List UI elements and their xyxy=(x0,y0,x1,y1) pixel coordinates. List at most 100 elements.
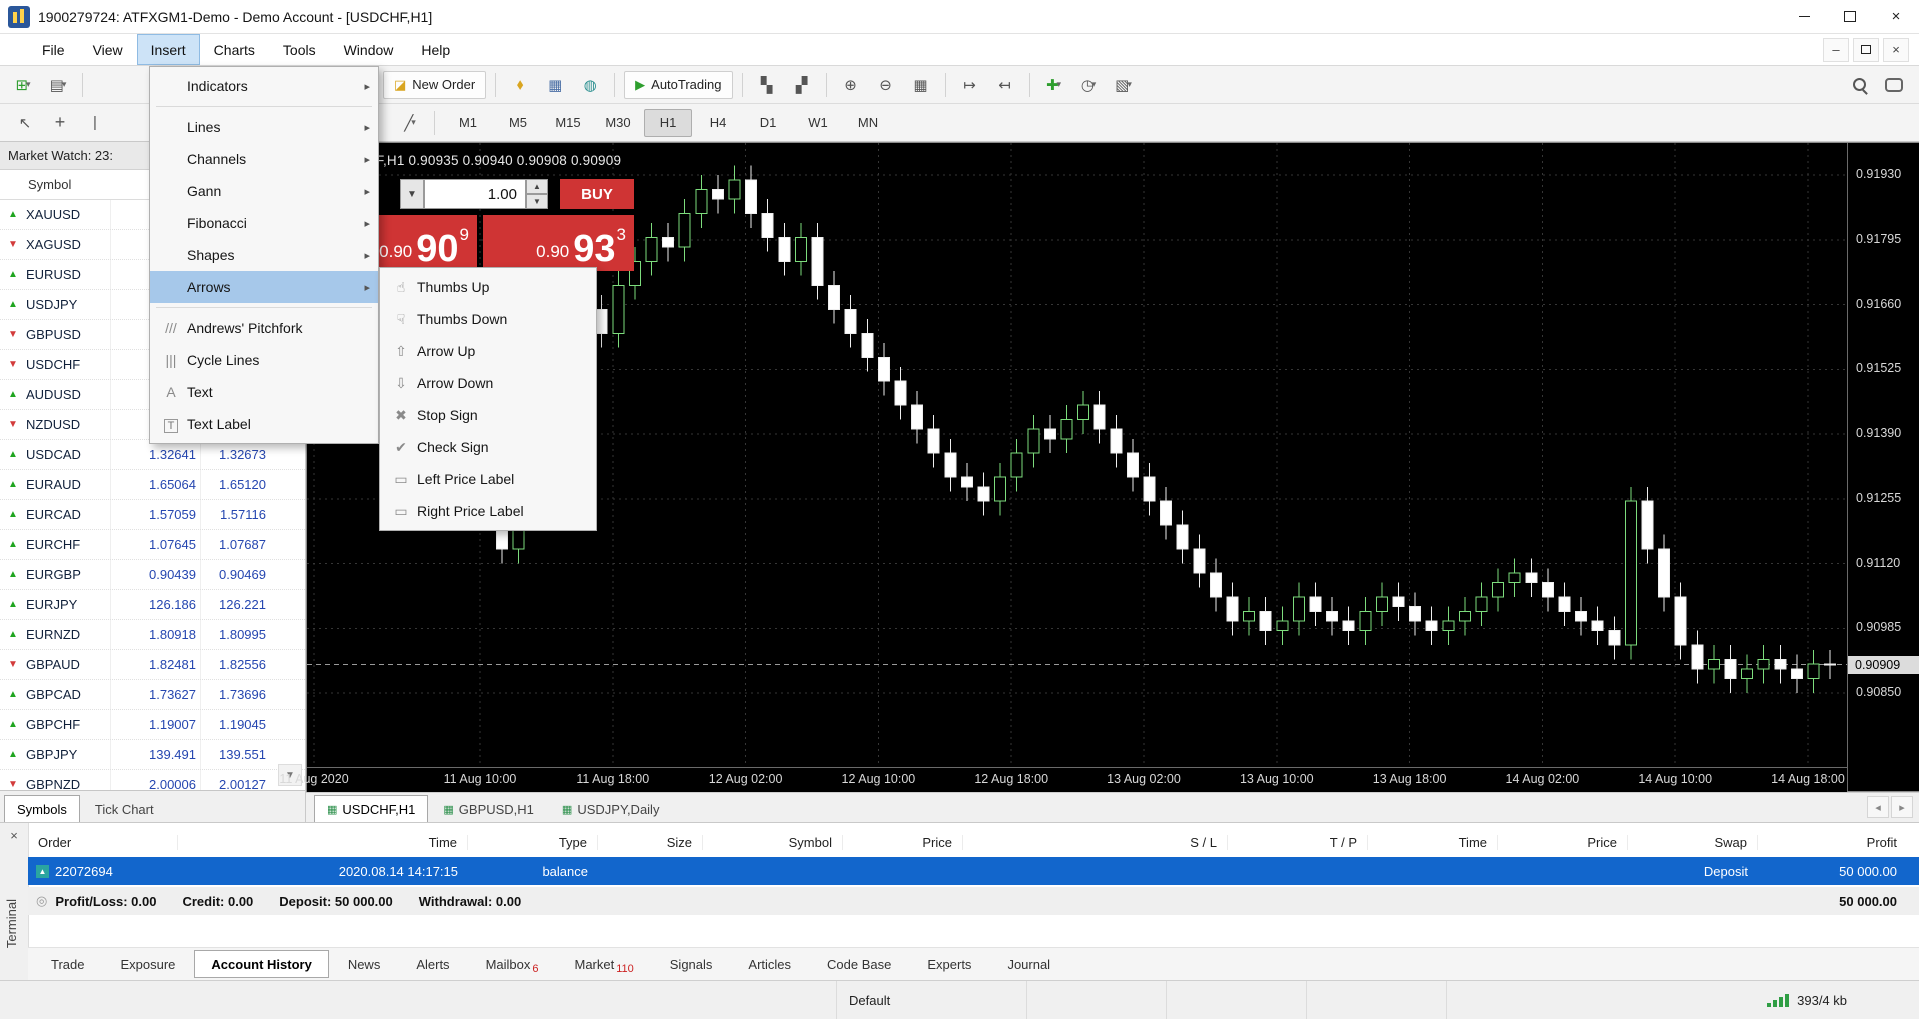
timeframe-w1-button[interactable]: W1 xyxy=(794,109,842,137)
terminal-close-button[interactable]: × xyxy=(6,827,22,843)
submenu-item-arrow-up[interactable]: ⇧Arrow Up xyxy=(380,335,596,367)
terminal-tab-journal[interactable]: Journal xyxy=(990,950,1067,978)
chart-tab-gbpusd-h1[interactable]: ▦GBPUSD,H1 xyxy=(430,795,547,822)
profiles-button[interactable]: ▤▾ xyxy=(43,70,73,100)
menu-item-channels[interactable]: Channels▸ xyxy=(150,143,378,175)
tab-scroll-right-icon[interactable]: ▸ xyxy=(1891,796,1913,818)
community-button[interactable]: ◍ xyxy=(575,70,605,100)
autotrading-button[interactable]: ▶ AutoTrading xyxy=(624,71,732,99)
timeframe-m30-button[interactable]: M30 xyxy=(594,109,642,137)
menu-item-gann[interactable]: Gann▸ xyxy=(150,175,378,207)
terminal-tab-market[interactable]: Market110 xyxy=(557,950,650,978)
chart-tab-usdjpy-daily[interactable]: ▦USDJPY,Daily xyxy=(549,795,673,822)
menu-item-text-label[interactable]: TText Label xyxy=(150,408,378,440)
timeframe-m1-button[interactable]: M1 xyxy=(444,109,492,137)
vertical-line-tool-button[interactable]: | xyxy=(80,108,110,138)
submenu-item-check-sign[interactable]: ✔Check Sign xyxy=(380,431,596,463)
terminal-tab-news[interactable]: News xyxy=(331,950,398,978)
crosshair-tool-button[interactable]: + xyxy=(45,108,75,138)
menu-item-andrews-pitchfork[interactable]: ///Andrews' Pitchfork xyxy=(150,312,378,344)
timeframe-m5-button[interactable]: M5 xyxy=(494,109,542,137)
menubar-item-window[interactable]: Window xyxy=(330,34,408,65)
grid-toggle-button[interactable]: ▦ xyxy=(906,70,936,100)
tile-windows-button[interactable]: ▚ xyxy=(752,70,782,100)
timeframe-h1-button[interactable]: H1 xyxy=(644,109,692,137)
close-button[interactable]: × xyxy=(1873,0,1919,34)
timeframe-mn-button[interactable]: MN xyxy=(844,109,892,137)
minimize-button[interactable] xyxy=(1781,0,1827,34)
market-watch-row-euraud[interactable]: ▲EURAUD1.650641.65120 xyxy=(0,470,305,500)
tab-tick-chart[interactable]: Tick Chart xyxy=(82,795,167,822)
menubar-item-view[interactable]: View xyxy=(79,34,137,65)
new-order-button[interactable]: ◪ New Order xyxy=(383,71,486,99)
indicators-button[interactable]: ✚▾ xyxy=(1039,70,1069,100)
menubar-item-tools[interactable]: Tools xyxy=(269,34,330,65)
terminal-tab-alerts[interactable]: Alerts xyxy=(399,950,466,978)
market-watch-row-gbpjpy[interactable]: ▲GBPJPY139.491139.551 xyxy=(0,740,305,770)
terminal-window-button[interactable]: ▦ xyxy=(540,70,570,100)
menu-item-indicators[interactable]: Indicators▸ xyxy=(150,70,378,102)
submenu-item-left-price-label[interactable]: ▭Left Price Label xyxy=(380,463,596,495)
tab-symbols[interactable]: Symbols xyxy=(4,795,80,822)
zoom-out-button[interactable]: ⊖ xyxy=(871,70,901,100)
market-watch-row-usdcad[interactable]: ▲USDCAD1.326411.32673 xyxy=(0,440,305,470)
market-watch-row-eurjpy[interactable]: ▲EURJPY126.186126.221 xyxy=(0,590,305,620)
line-tools-button[interactable]: ╱▾ xyxy=(395,108,425,138)
submenu-item-right-price-label[interactable]: ▭Right Price Label xyxy=(380,495,596,527)
chart-tab-usdchf-h1[interactable]: ▦USDCHF,H1 xyxy=(314,795,428,822)
volume-dropdown-button[interactable]: ▼ xyxy=(400,179,424,209)
menu-item-fibonacci[interactable]: Fibonacci▸ xyxy=(150,207,378,239)
timeframe-d1-button[interactable]: D1 xyxy=(744,109,792,137)
mdi-close-button[interactable]: × xyxy=(1883,38,1909,62)
submenu-item-thumbs-down[interactable]: ☟Thumbs Down xyxy=(380,303,596,335)
submenu-item-arrow-down[interactable]: ⇩Arrow Down xyxy=(380,367,596,399)
zoom-in-button[interactable]: ⊕ xyxy=(836,70,866,100)
buy-price-button[interactable]: 0.90 93 3 xyxy=(483,215,634,271)
market-watch-row-gbpchf[interactable]: ▲GBPCHF1.190071.19045 xyxy=(0,710,305,740)
new-chart-button[interactable]: ⊞▾ xyxy=(8,70,38,100)
submenu-item-thumbs-up[interactable]: ☝Thumbs Up xyxy=(380,271,596,303)
terminal-tab-experts[interactable]: Experts xyxy=(910,950,988,978)
submenu-item-stop-sign[interactable]: ✖Stop Sign xyxy=(380,399,596,431)
market-watch-row-eurnzd[interactable]: ▲EURNZD1.809181.80995 xyxy=(0,620,305,650)
restore-button[interactable] xyxy=(1827,0,1873,34)
market-watch-row-eurchf[interactable]: ▲EURCHF1.076451.07687 xyxy=(0,530,305,560)
search-symbol-button[interactable] xyxy=(1844,70,1874,100)
tab-scroll-left-icon[interactable]: ◂ xyxy=(1867,796,1889,818)
profile-selector[interactable]: Default xyxy=(836,981,1026,1019)
terminal-tab-code-base[interactable]: Code Base xyxy=(810,950,908,978)
volume-input[interactable]: 1.00 xyxy=(424,179,526,209)
volume-step-down-button[interactable]: ▼ xyxy=(526,194,548,209)
chart-shift-button[interactable]: ↤ xyxy=(990,70,1020,100)
timeframe-m15-button[interactable]: M15 xyxy=(544,109,592,137)
market-watch-row-gbpcad[interactable]: ▲GBPCAD1.736271.73696 xyxy=(0,680,305,710)
menu-item-arrows[interactable]: Arrows▸ xyxy=(150,271,378,303)
market-watch-row-eurcad[interactable]: ▲EURCAD1.570591.57116 xyxy=(0,500,305,530)
periods-button[interactable]: ◷▾ xyxy=(1074,70,1104,100)
auto-scroll-button[interactable]: ↦ xyxy=(955,70,985,100)
terminal-tab-mailbox[interactable]: Mailbox6 xyxy=(469,950,556,978)
volume-step-up-button[interactable]: ▲ xyxy=(526,179,548,194)
menu-item-text[interactable]: AText xyxy=(150,376,378,408)
market-watch-row-gbpaud[interactable]: ▼GBPAUD1.824811.82556 xyxy=(0,650,305,680)
menubar-item-charts[interactable]: Charts xyxy=(200,34,269,65)
mdi-restore-button[interactable] xyxy=(1853,38,1879,62)
history-row[interactable]: ▲220726942020.08.14 14:17:15balanceDepos… xyxy=(28,857,1919,885)
menu-item-shapes[interactable]: Shapes▸ xyxy=(150,239,378,271)
terminal-tab-articles[interactable]: Articles xyxy=(731,950,808,978)
mdi-minimize-button[interactable]: – xyxy=(1823,38,1849,62)
terminal-tab-account-history[interactable]: Account History xyxy=(194,950,328,978)
templates-button[interactable]: ▧▾ xyxy=(1109,70,1139,100)
menu-item-lines[interactable]: Lines▸ xyxy=(150,111,378,143)
menu-item-cycle-lines[interactable]: |||Cycle Lines xyxy=(150,344,378,376)
chat-button[interactable] xyxy=(1879,70,1909,100)
menubar-item-help[interactable]: Help xyxy=(407,34,464,65)
tag-button[interactable]: ⬧ xyxy=(505,70,535,100)
buy-button[interactable]: BUY xyxy=(560,179,634,209)
menubar-item-insert[interactable]: Insert xyxy=(137,34,200,65)
market-watch-row-eurgbp[interactable]: ▲EURGBP0.904390.90469 xyxy=(0,560,305,590)
cascade-windows-button[interactable]: ▞ xyxy=(787,70,817,100)
cursor-tool-button[interactable]: ↖ xyxy=(10,108,40,138)
menubar-item-file[interactable]: File xyxy=(28,34,79,65)
terminal-tab-trade[interactable]: Trade xyxy=(34,950,101,978)
